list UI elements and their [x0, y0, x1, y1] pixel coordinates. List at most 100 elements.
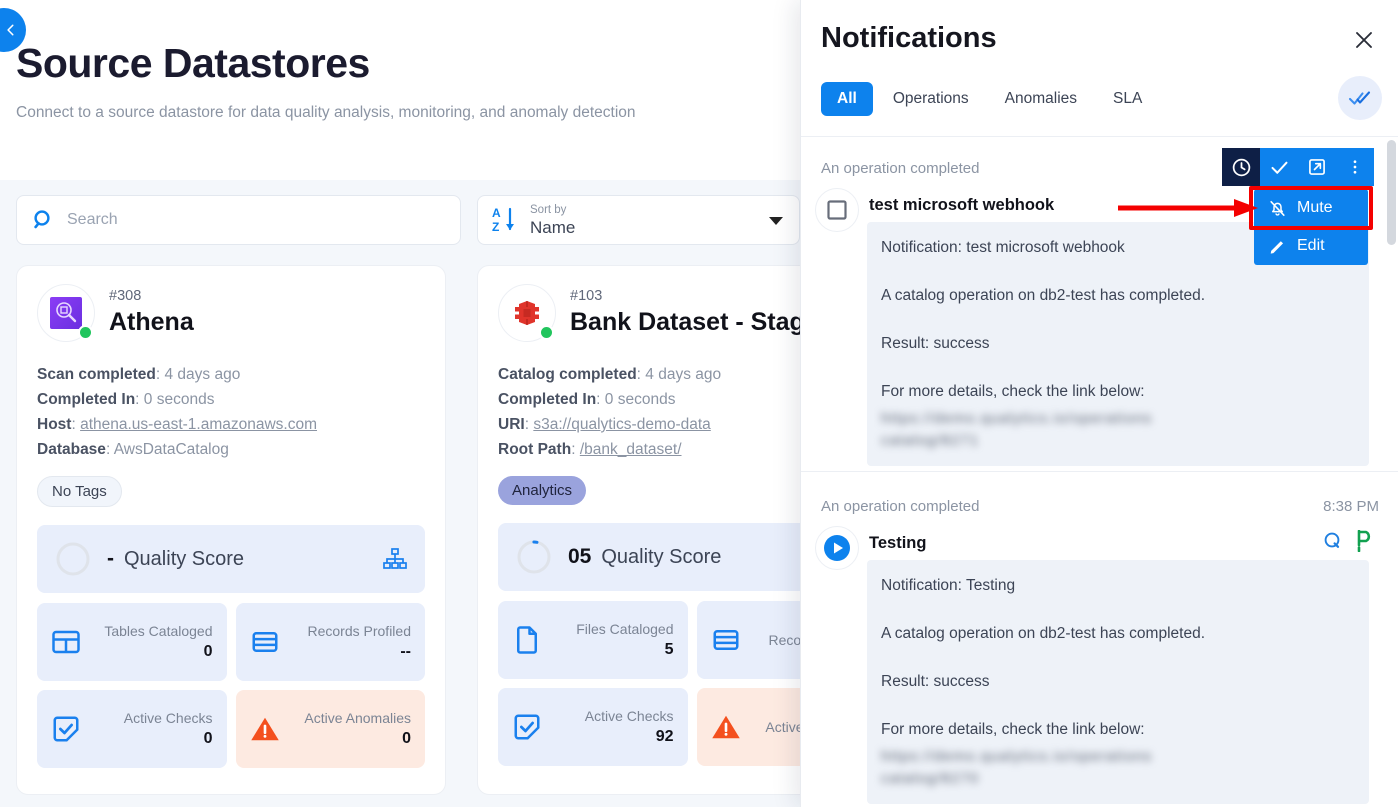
stat-label: Active Anomalies — [304, 710, 411, 726]
records-icon — [252, 632, 277, 652]
meta-value: 0 seconds — [604, 391, 676, 408]
host-link[interactable]: athena.us-east-1.amazonaws.com — [80, 416, 317, 433]
panel-scrollbar[interactable] — [1387, 140, 1396, 245]
search-placeholder: Search — [67, 211, 118, 228]
pencil-icon — [1270, 240, 1284, 254]
chevron-down-icon — [769, 217, 783, 225]
notification-link-blurred[interactable]: catalog/8270 — [881, 768, 1355, 790]
page-header: Source Datastores Connect to a source da… — [0, 0, 800, 180]
page-title: Source Datastores — [16, 40, 370, 86]
warning-triangle-icon — [711, 715, 740, 739]
snooze-button[interactable] — [1222, 148, 1260, 186]
search-icon — [34, 210, 50, 229]
notification-avatar — [815, 188, 859, 232]
check-icon — [1270, 161, 1288, 174]
tag-badge[interactable]: Analytics — [498, 476, 587, 505]
meta-value: 4 days ago — [645, 366, 722, 383]
meta-label: Database — [37, 441, 106, 458]
context-menu: Mute Edit — [1254, 189, 1368, 265]
stat-value: 0 — [203, 730, 213, 747]
notification-tabs: All Operations Anomalies SLA — [821, 82, 1158, 116]
chevron-left-icon — [7, 24, 14, 36]
stat-tile[interactable]: Active Anomalies 0 — [235, 690, 425, 768]
root-path-link[interactable]: /bank_dataset/ — [580, 441, 682, 458]
notification-type: An operation completed — [821, 160, 980, 177]
tag-badge[interactable]: No Tags — [37, 476, 122, 507]
filters-toolbar: Search A Z Sort by Name — [0, 180, 800, 260]
uri-link[interactable]: s3a://qualytics-demo-data — [533, 416, 710, 433]
quality-score-label: Quality Score — [124, 547, 245, 570]
tab-all[interactable]: All — [821, 82, 873, 116]
notification-title: test microsoft webhook — [869, 196, 1055, 214]
stat-tile[interactable]: Tables Cataloged 0 — [37, 603, 227, 681]
notification-avatar — [815, 526, 859, 570]
mark-all-read-button[interactable] — [1338, 76, 1382, 120]
stat-tile[interactable]: Files Cataloged 5 — [498, 601, 688, 679]
tab-anomalies[interactable]: Anomalies — [989, 82, 1093, 116]
notification-line: A catalog operation on db2-test has comp… — [881, 287, 1205, 304]
datastore-card[interactable]: #308 Athena Scan completed: 4 days ago C… — [16, 265, 446, 795]
meta-value: 0 seconds — [143, 391, 215, 408]
menu-item-label: Edit — [1297, 237, 1325, 254]
records-icon — [713, 630, 738, 650]
stat-tile[interactable]: Active Checks 92 — [498, 688, 688, 766]
notification-line: A catalog operation on db2-test has comp… — [881, 625, 1205, 642]
stat-label: Files Cataloged — [576, 621, 674, 637]
close-icon[interactable] — [1352, 28, 1376, 52]
tab-sla[interactable]: SLA — [1097, 82, 1158, 116]
file-icon — [517, 626, 537, 654]
menu-item-label: Mute — [1297, 199, 1333, 216]
meta-row: Database: AwsDataCatalog — [37, 441, 229, 458]
stop-square-icon — [827, 200, 847, 220]
green-p-icon[interactable] — [1355, 530, 1375, 552]
sort-by-label: Sort by — [530, 203, 567, 216]
quality-score-value: 05 — [568, 545, 592, 568]
menu-item-edit[interactable]: Edit — [1254, 227, 1368, 265]
kebab-menu-icon — [1353, 160, 1357, 174]
sort-by-value: Name — [530, 217, 576, 237]
notification-title: Testing — [869, 534, 927, 552]
stat-tile[interactable]: Records Profiled -- — [235, 603, 425, 681]
notification-line: Result: success — [881, 335, 990, 352]
notification-link-blurred[interactable]: https://demo.qualytics.io/operations — [881, 408, 1355, 430]
open-external-button[interactable] — [1298, 148, 1336, 186]
notification-link-blurred[interactable]: catalog/8271 — [881, 430, 1355, 452]
notification-body: Notification: Testing A catalog operatio… — [867, 560, 1369, 804]
check-square-icon — [514, 714, 540, 740]
avatar — [37, 284, 95, 342]
warning-triangle-icon — [250, 717, 279, 741]
meta-label: Scan completed — [37, 366, 156, 383]
notification-item[interactable]: An operation completed 8:38 PM Testing N… — [801, 498, 1398, 804]
search-input[interactable]: Search — [16, 195, 461, 245]
quality-score-panel[interactable]: - Quality Score — [37, 525, 425, 593]
double-check-icon — [1348, 91, 1371, 105]
meta-value: 4 days ago — [164, 366, 241, 383]
mark-read-button[interactable] — [1260, 148, 1298, 186]
meta-label: Catalog completed — [498, 366, 637, 383]
page-subtitle: Connect to a source datastore for data q… — [16, 104, 636, 121]
notification-time: 8:38 PM — [1323, 498, 1379, 515]
svg-text:Z: Z — [492, 220, 499, 234]
sort-by-select[interactable]: A Z Sort by Name — [477, 195, 800, 245]
panel-title: Notifications — [821, 22, 997, 54]
annotation-arrow — [1118, 199, 1258, 217]
tab-operations[interactable]: Operations — [877, 82, 985, 116]
stat-tile[interactable]: Active Checks 0 — [37, 690, 227, 768]
stats-grid: Tables Cataloged 0 Records Profiled -- A… — [37, 603, 425, 768]
menu-item-mute[interactable]: Mute — [1254, 189, 1368, 227]
more-options-button[interactable] — [1336, 148, 1374, 186]
qualytics-q-icon[interactable] — [1323, 531, 1343, 551]
meta-row: Host: athena.us-east-1.amazonaws.com — [37, 416, 318, 433]
svg-text:A: A — [492, 206, 501, 220]
notification-line: Notification: Testing — [881, 577, 1016, 594]
stat-value: -- — [400, 643, 411, 660]
meta-row: Completed In: 0 seconds — [37, 391, 215, 408]
meta-label: URI — [498, 416, 525, 433]
play-circle-icon — [824, 535, 850, 561]
card-meta: Scan completed: 4 days ago Completed In:… — [37, 362, 425, 462]
hierarchy-icon[interactable] — [383, 547, 407, 571]
notification-badges — [1323, 530, 1375, 552]
card-id: #308 — [109, 288, 142, 304]
notification-link-blurred[interactable]: https://demo.qualytics.io/operations — [881, 746, 1355, 768]
notification-action-toolbar — [1222, 148, 1374, 186]
